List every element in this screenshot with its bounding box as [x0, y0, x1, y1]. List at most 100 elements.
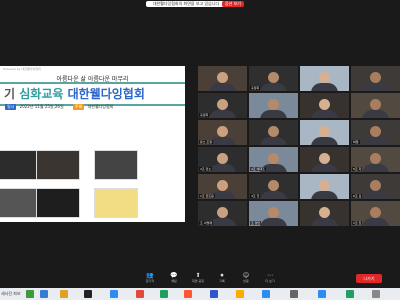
participant-body	[362, 218, 389, 226]
date-text: 2022년 11월 25일,26일	[19, 104, 64, 109]
photo-thumbnail	[94, 150, 138, 180]
app-icon[interactable]	[110, 290, 118, 298]
app-icon[interactable]	[184, 290, 192, 298]
participant-tile[interactable]	[300, 66, 349, 91]
app-icon[interactable]	[60, 290, 68, 298]
host-tag: 주최	[72, 104, 85, 110]
leave-meeting-button[interactable]: 나가기	[356, 274, 382, 283]
participant-face	[319, 126, 330, 137]
participant-body	[209, 83, 236, 91]
participant-name: 5조 자	[352, 167, 363, 171]
participant-name: 박형	[352, 140, 360, 144]
app-icon[interactable]	[290, 290, 298, 298]
participant-tile[interactable]	[351, 66, 400, 91]
slide-title-part2: 심화교육	[19, 87, 64, 101]
more-button[interactable]: ⋯ 더 보기	[258, 272, 282, 283]
slide-title-part3: 대한웰다잉협회	[67, 87, 145, 101]
participant-video-grid: 홍정희 홍정희 유스 조정 박형 4조 민소 4조 이대조 5조 자 1조 한조윤 4조 한 6조…	[196, 66, 400, 228]
app-icon[interactable]	[84, 290, 92, 298]
app-icon[interactable]	[262, 290, 270, 298]
app-icon[interactable]	[346, 290, 354, 298]
share-screen-button[interactable]: ⬆ 화면 공유	[186, 272, 210, 283]
participant-face	[370, 126, 381, 137]
participant-face	[268, 153, 279, 164]
app-icon[interactable]	[40, 290, 48, 298]
view-options-button[interactable]: 옵션 보기	[222, 1, 244, 7]
participant-body	[362, 137, 389, 145]
participant-tile[interactable]	[300, 120, 349, 145]
participant-body	[362, 83, 389, 91]
toolbar-label: 반응	[243, 279, 249, 283]
participant-tile[interactable]: 조 서명재	[198, 201, 247, 226]
toolbar-label: 채팅	[171, 279, 177, 283]
photo-thumbnail	[36, 150, 80, 180]
participant-tile[interactable]: 6조 김	[351, 174, 400, 199]
participant-tile[interactable]: 박형	[351, 120, 400, 145]
participant-tile[interactable]: 조 정인	[249, 201, 298, 226]
participant-name: 조 서명재	[199, 221, 213, 225]
participant-tile[interactable]: 4조 이대조	[249, 147, 298, 172]
toolbar-label: 참가자	[145, 279, 155, 283]
participant-face	[319, 72, 330, 83]
participant-tile[interactable]: 홍정희	[249, 66, 298, 91]
photo-thumbnail	[0, 188, 38, 218]
participant-face	[217, 153, 228, 164]
participant-body	[311, 164, 338, 172]
participants-icon: 👥	[146, 272, 154, 279]
participant-face	[217, 180, 228, 191]
participant-tile[interactable]	[300, 201, 349, 226]
participant-tile[interactable]	[351, 93, 400, 118]
slide-title: 기 심화교육 대한웰다잉협회	[0, 82, 185, 106]
chat-button[interactable]: 💬 채팅	[162, 272, 186, 283]
app-icon[interactable]	[160, 290, 168, 298]
participant-name: 6조 김	[352, 194, 363, 198]
participant-tile[interactable]: 4조 한	[249, 174, 298, 199]
participant-face	[217, 99, 228, 110]
record-button[interactable]: ⏺ 기록	[210, 272, 234, 283]
participant-tile[interactable]: 5조 자	[351, 147, 400, 172]
slide-caption: Powered by 대한웰다잉협회	[3, 67, 41, 71]
participant-face	[370, 72, 381, 83]
participant-body	[362, 164, 389, 172]
participant-tile[interactable]	[300, 174, 349, 199]
participant-name: 1조 진	[352, 221, 363, 225]
participants-button[interactable]: 👥 참가자	[138, 272, 162, 283]
app-icon[interactable]	[236, 290, 244, 298]
slide-title-part1: 기	[4, 87, 16, 101]
participant-tile[interactable]: 4조 민소	[198, 147, 247, 172]
app-icon[interactable]	[318, 290, 326, 298]
participant-name: 4조 이대조	[250, 167, 266, 171]
participant-tile[interactable]: 1조 진	[351, 201, 400, 226]
host-text: 대한웰다잉협회	[87, 104, 114, 109]
participant-name: 1조 한조윤	[199, 194, 215, 198]
participant-tile[interactable]	[198, 66, 247, 91]
participant-tile[interactable]: 유스 조정	[198, 120, 247, 145]
toolbar-label: 더 보기	[265, 279, 275, 283]
participant-tile[interactable]	[249, 120, 298, 145]
participant-face	[370, 153, 381, 164]
participant-name: 4조 한	[250, 194, 261, 198]
participant-tile[interactable]: 홍정희	[198, 93, 247, 118]
app-icon[interactable]	[26, 290, 34, 298]
participant-tile[interactable]: 1조 한조윤	[198, 174, 247, 199]
participant-face	[217, 207, 228, 218]
taskbar-text: 세사진 파보	[1, 291, 21, 296]
photo-thumbnail	[36, 188, 80, 218]
participant-tile[interactable]	[300, 93, 349, 118]
participant-face	[268, 180, 279, 191]
reactions-button[interactable]: ☺ 반응	[234, 272, 258, 283]
participant-body	[311, 137, 338, 145]
participant-body	[209, 218, 236, 226]
app-icon[interactable]	[136, 290, 144, 298]
share-icon: ⬆	[195, 272, 201, 279]
top-bar: 대한웰다잉협회의 화면을 보고 있습니다 옵션 보기	[0, 0, 400, 12]
participant-tile[interactable]	[249, 93, 298, 118]
app-icon[interactable]	[210, 290, 218, 298]
participant-body	[311, 110, 338, 118]
participant-tile[interactable]	[300, 147, 349, 172]
participant-body	[209, 110, 236, 118]
app-icon[interactable]	[372, 290, 380, 298]
chat-icon: 💬	[170, 272, 178, 279]
participant-face	[217, 72, 228, 83]
participant-body	[209, 137, 236, 145]
